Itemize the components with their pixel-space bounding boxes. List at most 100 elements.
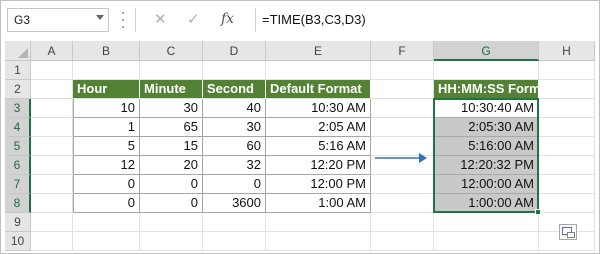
cell[interactable] (140, 232, 203, 251)
cell[interactable] (371, 80, 434, 99)
cell[interactable] (140, 61, 203, 80)
table-cell[interactable]: 40 (203, 99, 266, 118)
result-cell[interactable]: 12:00:00 AM (434, 175, 539, 194)
cell[interactable] (73, 213, 140, 232)
table-cell[interactable]: 12:00 PM (266, 175, 371, 194)
cell[interactable] (31, 80, 73, 99)
table-cell[interactable]: 0 (140, 194, 203, 213)
cell[interactable] (539, 156, 595, 175)
cell[interactable] (539, 118, 595, 137)
cell[interactable] (434, 61, 539, 80)
select-all-corner[interactable] (5, 41, 31, 61)
cancel-x-icon[interactable]: ✕ (154, 10, 167, 28)
worksheet-grid[interactable]: A B C D E F G H 1 2 3 4 5 6 7 8 9 10 Hour Minute Second Defau… (5, 41, 595, 251)
column-header-g[interactable]: G (434, 41, 539, 61)
cell[interactable] (31, 118, 73, 137)
row-header-3[interactable]: 3 (5, 99, 31, 118)
table-header-cell[interactable]: Hour (73, 80, 140, 99)
table-cell[interactable]: 0 (203, 175, 266, 194)
column-header-e[interactable]: E (266, 41, 371, 61)
table-cell[interactable]: 1:00 AM (266, 194, 371, 213)
result-cell[interactable]: 10:30:40 AM (434, 99, 539, 118)
table-cell[interactable]: 12:20 PM (266, 156, 371, 175)
row-header-1[interactable]: 1 (5, 61, 31, 80)
cell[interactable] (266, 61, 371, 80)
column-header-a[interactable]: A (31, 41, 73, 61)
name-box[interactable]: G3 (7, 8, 109, 32)
cell[interactable] (31, 137, 73, 156)
table-header-cell[interactable]: Second (203, 80, 266, 99)
row-header-4[interactable]: 4 (5, 118, 31, 137)
cell[interactable] (31, 156, 73, 175)
row-header-2[interactable]: 2 (5, 80, 31, 99)
cell[interactable] (539, 80, 595, 99)
table-cell[interactable]: 3600 (203, 194, 266, 213)
table-cell[interactable]: 30 (140, 99, 203, 118)
formula-input[interactable]: =TIME(B3,C3,D3) (255, 8, 595, 32)
cell[interactable] (203, 213, 266, 232)
table-cell[interactable]: 0 (73, 194, 140, 213)
cell[interactable] (539, 175, 595, 194)
column-header-b[interactable]: B (73, 41, 140, 61)
table-cell[interactable]: 2:05 AM (266, 118, 371, 137)
row-header-8[interactable]: 8 (5, 194, 31, 213)
cell[interactable] (31, 175, 73, 194)
cell[interactable] (140, 213, 203, 232)
table-cell[interactable]: 1 (73, 118, 140, 137)
cell[interactable] (434, 232, 539, 251)
cell[interactable] (371, 213, 434, 232)
quick-analysis-icon[interactable] (559, 224, 577, 240)
column-header-f[interactable]: F (371, 41, 434, 61)
table-cell[interactable]: 10 (73, 99, 140, 118)
table-cell[interactable]: 5:16 AM (266, 137, 371, 156)
fill-handle[interactable] (535, 209, 541, 215)
cell[interactable] (31, 61, 73, 80)
table-header-cell[interactable]: Minute (140, 80, 203, 99)
cell[interactable] (31, 99, 73, 118)
column-header-d[interactable]: D (203, 41, 266, 61)
table-cell[interactable]: 0 (73, 175, 140, 194)
row-header-7[interactable]: 7 (5, 175, 31, 194)
cell[interactable] (73, 61, 140, 80)
result-cell[interactable]: 12:20:32 PM (434, 156, 539, 175)
row-header-10[interactable]: 10 (5, 232, 31, 251)
column-header-h[interactable]: H (539, 41, 595, 61)
table-cell[interactable]: 30 (203, 118, 266, 137)
table-cell[interactable]: 15 (140, 137, 203, 156)
column-header-c[interactable]: C (140, 41, 203, 61)
cell[interactable] (539, 137, 595, 156)
result-cell[interactable]: 5:16:00 AM (434, 137, 539, 156)
cell[interactable] (31, 213, 73, 232)
cell[interactable] (266, 232, 371, 251)
table-header-cell[interactable]: Default Format (266, 80, 371, 99)
table-cell[interactable]: 10:30 AM (266, 99, 371, 118)
table-cell[interactable]: 60 (203, 137, 266, 156)
cell[interactable] (539, 194, 595, 213)
cell[interactable] (434, 213, 539, 232)
insert-function-icon[interactable]: fx (221, 11, 234, 27)
cell[interactable] (31, 232, 73, 251)
drag-handle-icon[interactable] (122, 12, 126, 28)
cell[interactable] (31, 194, 73, 213)
cell[interactable] (371, 61, 434, 80)
cell[interactable] (266, 213, 371, 232)
result-cell[interactable]: 2:05:30 AM (434, 118, 539, 137)
cell[interactable] (371, 99, 434, 118)
cell[interactable] (371, 232, 434, 251)
row-header-6[interactable]: 6 (5, 156, 31, 175)
cell[interactable] (371, 194, 434, 213)
cell[interactable] (539, 99, 595, 118)
result-cell[interactable]: 1:00:00 AM (434, 194, 539, 213)
table-header-cell[interactable]: HH:MM:SS Format (434, 80, 539, 99)
table-cell[interactable]: 65 (140, 118, 203, 137)
cell[interactable] (203, 61, 266, 80)
cell[interactable] (73, 232, 140, 251)
table-cell[interactable]: 0 (140, 175, 203, 194)
cell[interactable] (371, 118, 434, 137)
row-header-5[interactable]: 5 (5, 137, 31, 156)
table-cell[interactable]: 12 (73, 156, 140, 175)
table-cell[interactable]: 32 (203, 156, 266, 175)
chevron-down-icon[interactable] (96, 15, 104, 20)
row-header-9[interactable]: 9 (5, 213, 31, 232)
cell[interactable] (371, 175, 434, 194)
